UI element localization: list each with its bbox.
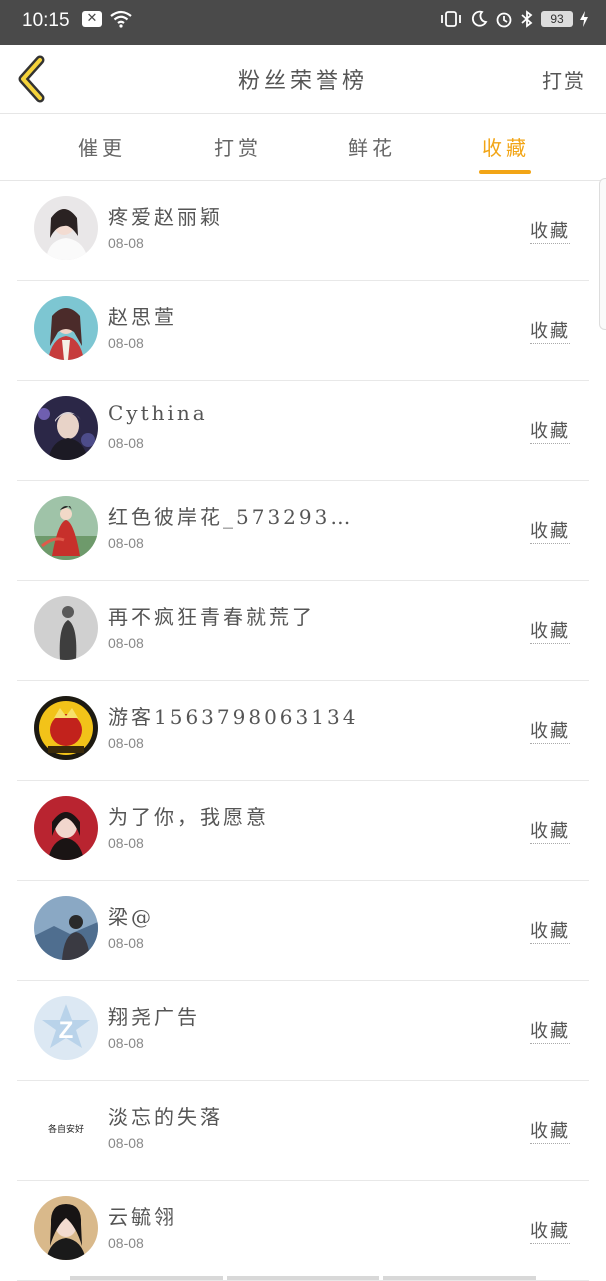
tab-flowers[interactable]: 鲜花 (348, 132, 396, 161)
date: 08-08 (108, 1235, 144, 1251)
status-right-icons: 93 (439, 10, 588, 28)
avatar[interactable]: 各自安好 (34, 1096, 98, 1160)
status-bar: 10:15 ✕ 93 (0, 0, 606, 45)
user-name: 红色彼岸花_573293… (108, 505, 354, 529)
charging-icon (580, 11, 588, 27)
tab-favorites[interactable]: 收藏 (482, 132, 530, 161)
user-name: 梁@ (108, 905, 154, 929)
list-item[interactable]: 各自安好 淡忘的失落 08-08 收藏 (0, 1081, 606, 1181)
avatar[interactable] (34, 596, 98, 660)
avatar[interactable] (34, 196, 98, 260)
notification-icon: ✕ (82, 11, 102, 27)
favorite-label: 收藏 (530, 1217, 570, 1244)
date: 08-08 (108, 335, 144, 351)
user-name: Cythina (108, 401, 208, 425)
list-item[interactable]: 红色彼岸花_573293… 08-08 收藏 (0, 481, 606, 581)
favorite-label: 收藏 (530, 617, 570, 644)
user-name: 疼爱赵丽颖 (108, 205, 223, 229)
favorite-label: 收藏 (530, 717, 570, 744)
list-item[interactable]: 再不疯狂青春就荒了 08-08 收藏 (0, 581, 606, 681)
bluetooth-icon (521, 10, 533, 28)
page-title: 粉丝荣誉榜 (237, 69, 368, 94)
date: 08-08 (108, 835, 144, 851)
reward-button[interactable]: 打赏 (542, 65, 586, 94)
active-tab-indicator (479, 170, 531, 174)
alarm-icon (496, 12, 512, 28)
status-time: 10:15 (22, 10, 70, 31)
bottom-segment (383, 1276, 537, 1280)
date: 08-08 (108, 735, 144, 751)
user-name: 再不疯狂青春就荒了 (108, 605, 315, 629)
favorite-label: 收藏 (530, 1117, 570, 1144)
date: 08-08 (108, 235, 144, 251)
tab-reward[interactable]: 打赏 (214, 132, 262, 161)
favorite-label: 收藏 (530, 517, 570, 544)
date: 08-08 (108, 435, 144, 451)
bottom-segment (70, 1276, 223, 1280)
list-item[interactable]: 疼爱赵丽颖 08-08 收藏 (0, 181, 606, 281)
bottom-edge (70, 1276, 537, 1280)
date: 08-08 (108, 1035, 144, 1051)
date: 08-08 (108, 635, 144, 651)
favorite-label: 收藏 (530, 217, 570, 244)
user-name: 淡忘的失落 (108, 1105, 223, 1129)
vibrate-icon (441, 11, 461, 27)
status-left-icons: ✕ (82, 10, 132, 28)
list-item[interactable]: 梁@ 08-08 收藏 (0, 881, 606, 981)
app-header: 粉丝荣誉榜 打赏 (0, 45, 606, 114)
avatar[interactable] (34, 396, 98, 460)
avatar[interactable] (34, 696, 98, 760)
list-item[interactable]: 为了你，我愿意 08-08 收藏 (0, 781, 606, 881)
date: 08-08 (108, 935, 144, 951)
wifi-icon (110, 10, 132, 28)
list-item[interactable]: 游客1563798063134 08-08 收藏 (0, 681, 606, 781)
favorite-label: 收藏 (530, 417, 570, 444)
bottom-segment (226, 1276, 380, 1280)
battery-level: 93 (541, 11, 573, 27)
list-item[interactable]: 云毓翎 08-08 收藏 (0, 1181, 606, 1281)
avatar-text: 各自安好 (47, 1124, 84, 1135)
avatar[interactable] (34, 796, 98, 860)
user-name: 赵思萱 (108, 305, 177, 329)
list-item[interactable]: 赵思萱 08-08 收藏 (0, 281, 606, 381)
user-name: 翔尧广告 (108, 1005, 200, 1029)
tab-bar: 催更 打赏 鲜花 收藏 (0, 114, 606, 181)
list-item[interactable]: Z 翔尧广告 08-08 收藏 (0, 981, 606, 1081)
svg-text:Z: Z (59, 1017, 74, 1044)
moon-icon (471, 10, 488, 27)
fan-list: 疼爱赵丽颖 08-08 收藏 赵思萱 08-08 收藏 Cythina 08-0… (0, 181, 606, 1281)
favorite-label: 收藏 (530, 917, 570, 944)
avatar[interactable] (34, 296, 98, 360)
user-name: 云毓翎 (108, 1205, 177, 1229)
favorite-label: 收藏 (530, 317, 570, 344)
date: 08-08 (108, 535, 144, 551)
list-item[interactable]: Cythina 08-08 收藏 (0, 381, 606, 481)
date: 08-08 (108, 1135, 144, 1151)
avatar[interactable] (34, 496, 98, 560)
favorite-label: 收藏 (530, 1017, 570, 1044)
avatar[interactable] (34, 896, 98, 960)
avatar[interactable]: Z (34, 996, 98, 1060)
favorite-label: 收藏 (530, 817, 570, 844)
user-name: 为了你，我愿意 (108, 805, 269, 829)
user-name: 游客1563798063134 (108, 705, 359, 729)
avatar[interactable] (34, 1196, 98, 1260)
tab-urge[interactable]: 催更 (78, 132, 126, 161)
